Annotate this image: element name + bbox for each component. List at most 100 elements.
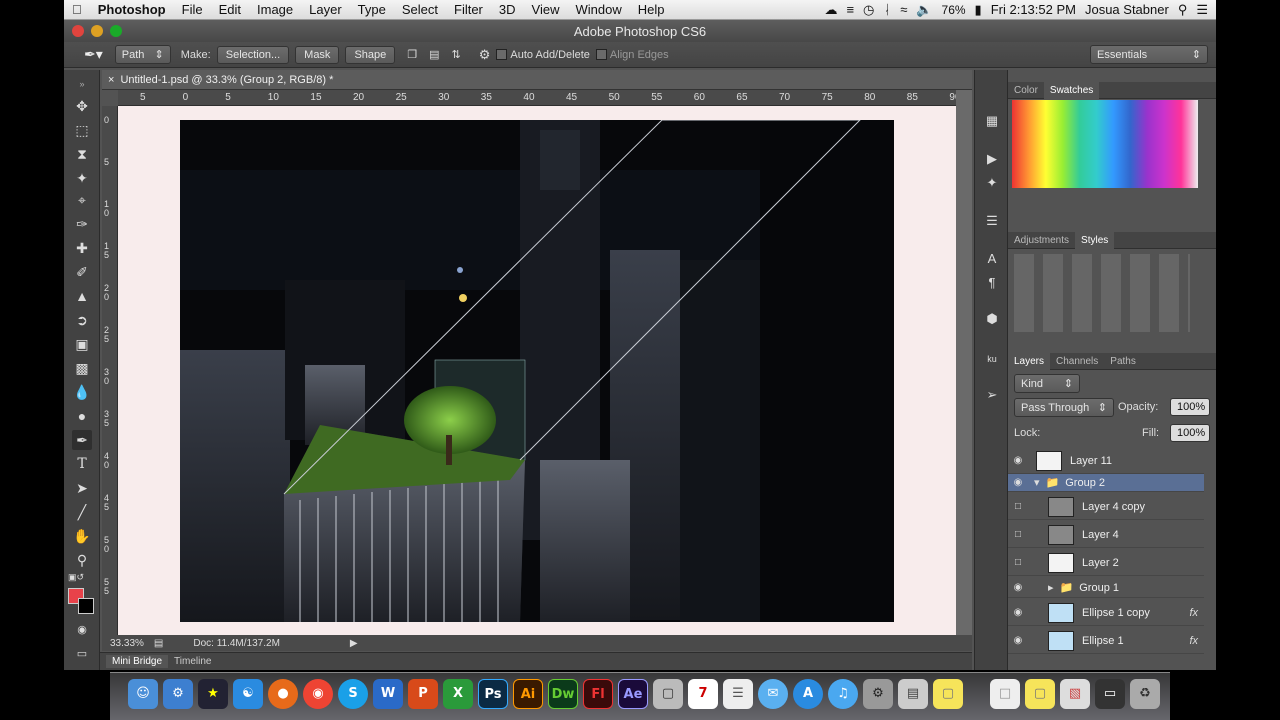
fx-icon[interactable]: fx — [1189, 607, 1198, 619]
move-tool-icon[interactable]: ✥ — [72, 96, 92, 116]
blend-mode-select[interactable]: Pass Through ⇕ — [1014, 398, 1114, 417]
tab-adjustments[interactable]: Adjustments — [1008, 232, 1075, 249]
stack-icon[interactable]: ≡ — [846, 2, 854, 17]
activity-monitor-icon[interactable]: ⚙ — [863, 679, 893, 709]
utility-icon[interactable]: ▤ — [898, 679, 928, 709]
hand-tool-icon[interactable]: ✋ — [72, 526, 92, 546]
visibility-eye-icon[interactable]: ◉ — [1008, 607, 1028, 618]
tag-icon[interactable]: ➢ — [983, 386, 1001, 404]
flash-icon[interactable]: Fl — [583, 679, 613, 709]
layer-filter-kind-select[interactable]: Kind ⇕ — [1014, 374, 1080, 393]
menu-help[interactable]: Help — [630, 2, 673, 17]
apple-icon[interactable]:  — [64, 2, 90, 17]
chrome-icon[interactable]: ◉ — [303, 679, 333, 709]
layer-row[interactable]: ◉ Ellipse 1 fx — [1008, 628, 1204, 654]
make-shape-button[interactable]: Shape — [345, 45, 396, 64]
menu-3d[interactable]: 3D — [491, 2, 524, 17]
downloads-stack-icon[interactable]: ▧ — [1060, 679, 1090, 709]
3d-icon[interactable]: ⬢ — [983, 310, 1001, 328]
quick-mask-icon[interactable]: ◉ — [72, 620, 92, 640]
visibility-box-icon[interactable]: □ — [1008, 529, 1028, 540]
menu-file[interactable]: File — [174, 2, 211, 17]
tab-color[interactable]: Color — [1008, 82, 1044, 99]
illustrator-icon[interactable]: Ai — [513, 679, 543, 709]
gear-icon[interactable]: ⚙ — [479, 47, 491, 63]
layer-row-selected[interactable]: ◉ ▾ 📁 Group 2 — [1008, 474, 1204, 492]
layer-row[interactable]: ◉ Ellipse 1 copy fx — [1008, 600, 1204, 626]
document-icon[interactable]: □ — [990, 679, 1020, 709]
actions-icon[interactable]: ▶ — [983, 150, 1001, 168]
app-store-icon[interactable]: A — [793, 679, 823, 709]
menubar-clock[interactable]: Fri 2:13:52 PM — [991, 2, 1076, 17]
menu-app-photoshop[interactable]: Photoshop — [90, 2, 174, 17]
auto-add-delete-checkbox[interactable]: Auto Add/Delete — [496, 49, 590, 61]
zoom-level[interactable]: 33.33% — [110, 638, 144, 649]
document-tab[interactable]: × Untitled-1.psd @ 33.3% (Group 2, RGB/8… — [102, 70, 972, 90]
tab-styles[interactable]: Styles — [1075, 231, 1115, 249]
bluetooth-icon[interactable]: ᛆ — [883, 2, 891, 17]
swatches-grid[interactable] — [1012, 100, 1198, 188]
styles-grid[interactable] — [1014, 254, 1190, 332]
skype-icon[interactable]: S — [338, 679, 368, 709]
status-menu-icon[interactable]: ▶ — [350, 638, 358, 649]
firefox-icon[interactable]: ● — [268, 679, 298, 709]
close-icon[interactable]: × — [108, 74, 114, 86]
workspace-select[interactable]: Essentials ⇕ — [1090, 45, 1208, 64]
itunes-icon[interactable]: ♫ — [828, 679, 858, 709]
sync-icon[interactable]: ☁ — [824, 2, 837, 18]
clone-stamp-tool-icon[interactable]: ▲ — [72, 286, 92, 306]
layer-row[interactable]: □ Layer 4 — [1008, 522, 1204, 548]
ruler-horizontal[interactable]: 5051015202530354045505560657075808590 — [118, 90, 956, 106]
pen-mode-select[interactable]: Path ⇕ — [114, 45, 171, 64]
make-mask-button[interactable]: Mask — [295, 45, 340, 64]
align-edges-checkbox[interactable]: Align Edges — [595, 49, 669, 61]
default-colors-icon[interactable]: ▣↺ — [68, 572, 84, 583]
gradient-tool-icon[interactable]: ▩ — [72, 358, 92, 378]
layer-row[interactable]: ◉ ▸ 📁 Group 1 — [1008, 578, 1204, 598]
tab-layers[interactable]: Layers — [1008, 352, 1051, 370]
close-button[interactable] — [72, 25, 84, 37]
menu-view[interactable]: View — [524, 2, 568, 17]
stickies-icon[interactable]: ▢ — [933, 679, 963, 709]
quick-selection-tool-icon[interactable]: ✦ — [72, 168, 92, 188]
messages-icon[interactable]: ✉ — [758, 679, 788, 709]
menu-image[interactable]: Image — [249, 2, 301, 17]
excel-icon[interactable]: X — [443, 679, 473, 709]
photoshop-icon[interactable]: Ps — [478, 679, 508, 709]
menu-filter[interactable]: Filter — [446, 2, 491, 17]
launchpad-icon[interactable]: ★ — [198, 679, 228, 709]
make-selection-button[interactable]: Selection... — [216, 45, 290, 64]
display-icon[interactable]: ▭ — [1095, 679, 1125, 709]
finder-icon[interactable]: ☺ — [128, 679, 158, 709]
safari-icon[interactable]: ☯ — [233, 679, 263, 709]
character-icon[interactable]: A — [983, 250, 1001, 268]
marquee-tool-icon[interactable]: ⬚ — [72, 120, 92, 140]
fill-field[interactable]: 100% — [1170, 424, 1210, 442]
type-tool-icon[interactable]: T — [72, 454, 92, 474]
kuler-icon[interactable]: ku — [983, 350, 1001, 368]
move-tool-icon[interactable]: » — [72, 74, 92, 94]
pen-tool-preset-icon[interactable]: ✒▾ — [84, 46, 103, 63]
history-brush-tool-icon[interactable]: ➲ — [72, 310, 92, 330]
spotlight-icon[interactable]: ⚲ — [1178, 2, 1188, 18]
folder-stack-icon[interactable]: ▢ — [1025, 679, 1055, 709]
battery-percent[interactable]: 76% — [942, 3, 966, 17]
path-alignment-icon[interactable]: ▤ — [429, 48, 439, 61]
battery-icon[interactable]: ▮ — [975, 2, 982, 18]
dreamweaver-icon[interactable]: Dw — [548, 679, 578, 709]
screen-mode-icon[interactable]: ▭ — [72, 644, 92, 664]
path-operations-icon[interactable]: ❐ — [407, 48, 417, 61]
layer-row[interactable]: □ Layer 2 — [1008, 550, 1204, 576]
volume-icon[interactable]: 🔈 — [916, 2, 932, 18]
tab-swatches[interactable]: Swatches — [1043, 81, 1100, 99]
zoom-tool-icon[interactable]: ⚲ — [72, 550, 92, 570]
visibility-box-icon[interactable]: □ — [1008, 501, 1028, 512]
history-icon[interactable]: ▦ — [983, 112, 1001, 130]
lasso-tool-icon[interactable]: ⧗ — [72, 144, 92, 164]
clock-icon[interactable]: ◷ — [863, 2, 874, 18]
tab-paths[interactable]: Paths — [1104, 353, 1142, 370]
visibility-eye-icon[interactable]: ◉ — [1008, 582, 1028, 593]
menu-select[interactable]: Select — [394, 2, 446, 17]
healing-brush-tool-icon[interactable]: ✚ — [72, 238, 92, 258]
eraser-tool-icon[interactable]: ▣ — [72, 334, 92, 354]
